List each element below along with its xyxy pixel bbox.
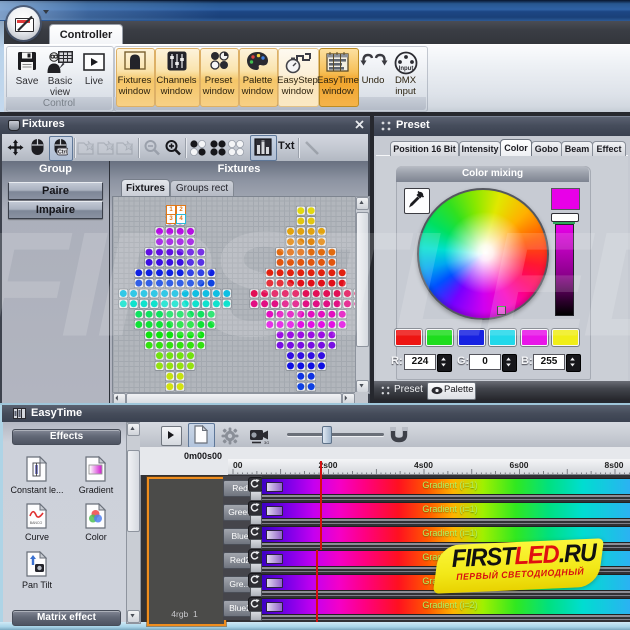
svg-text:Ctrl: Ctrl bbox=[58, 150, 67, 156]
svg-text:6s00: 6s00 bbox=[510, 460, 529, 470]
svg-text:3Gb: 3Gb bbox=[264, 440, 269, 445]
svg-text:4s00: 4s00 bbox=[414, 460, 433, 470]
svg-text:00: 00 bbox=[233, 460, 243, 470]
svg-text:BANCO: BANCO bbox=[30, 521, 43, 525]
svg-text:8s00: 8s00 bbox=[605, 460, 624, 470]
svg-text:Input: Input bbox=[398, 66, 413, 72]
